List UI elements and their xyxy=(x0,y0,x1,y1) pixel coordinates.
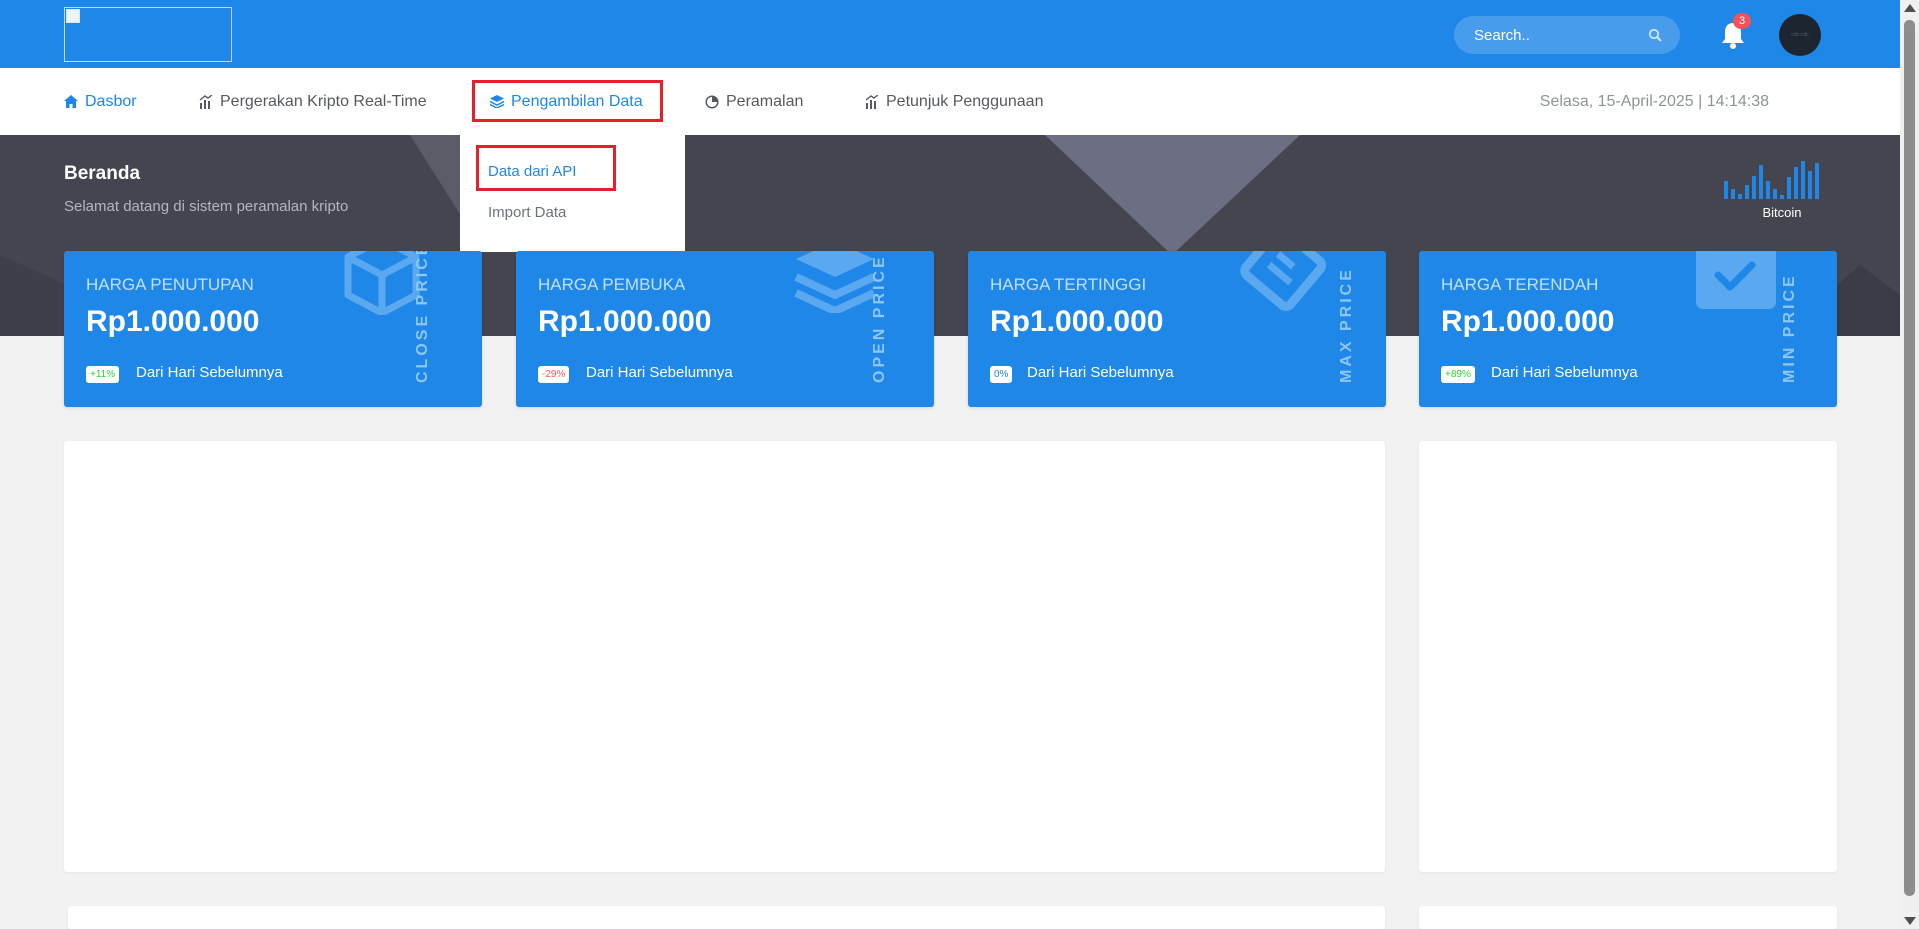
tag-icon xyxy=(1240,251,1326,311)
nav-item-dasbor[interactable]: Dasbor xyxy=(64,68,137,135)
active-menu-item-highlight xyxy=(476,145,616,191)
card-value: Rp1.000.000 xyxy=(86,305,260,338)
search-input[interactable] xyxy=(1474,16,1644,54)
nav-item-petunjuk-penggunaan[interactable]: Petunjuk Penggunaan xyxy=(865,68,1043,135)
cube-icon xyxy=(344,251,420,315)
nav-label: Dasbor xyxy=(85,92,137,110)
scrollbar[interactable] xyxy=(1900,0,1919,929)
menu-item-import-data[interactable]: Import Data xyxy=(488,204,566,221)
stat-card-close: HARGA PENUTUPAN Rp1.000.000 +11% Dari Ha… xyxy=(64,251,482,407)
logo[interactable] xyxy=(64,7,232,62)
nav-label: Petunjuk Penggunaan xyxy=(886,92,1044,110)
card-title: HARGA PEMBUKA xyxy=(538,275,686,294)
change-badge: +89% xyxy=(1441,366,1475,383)
current-datetime: Selasa, 15-April-2025 | 14:14:38 xyxy=(1539,92,1769,110)
avatar[interactable]: cdc-cdc xyxy=(1779,14,1821,56)
chart-icon xyxy=(199,94,213,109)
change-badge: +11% xyxy=(86,366,120,383)
card-vertical-label: CLOSE PRICE xyxy=(414,251,431,383)
change-badge: -29% xyxy=(538,366,570,383)
main-chart-panel xyxy=(64,441,1385,872)
card-footnote: Dari Hari Sebelumnya xyxy=(136,364,283,381)
search-bar xyxy=(1454,16,1680,54)
nav-label: Peramalan xyxy=(726,92,804,110)
chart-icon xyxy=(865,94,879,109)
nav-item-pergerakan-kripto[interactable]: Pergerakan Kripto Real-Time xyxy=(199,68,427,135)
page-title: Beranda xyxy=(64,163,141,184)
change-badge: 0% xyxy=(990,366,1013,383)
page-subtitle: Selamat datang di sistem peramalan kript… xyxy=(64,198,349,215)
stat-card-min: HARGA TERENDAH Rp1.000.000 +89% Dari Har… xyxy=(1419,251,1837,407)
card-vertical-label: MIN PRICE xyxy=(1781,273,1798,383)
stat-card-max: HARGA TERTINGGI Rp1.000.000 0% Dari Hari… xyxy=(968,251,1386,407)
search-icon[interactable] xyxy=(1648,28,1662,42)
notification-badge: 3 xyxy=(1733,13,1751,29)
broken-image-icon xyxy=(66,9,80,23)
scrollbar-thumb[interactable] xyxy=(1904,20,1915,896)
check-square-icon xyxy=(1696,251,1776,309)
bottom-panel-right xyxy=(1419,906,1837,929)
side-panel xyxy=(1419,441,1837,872)
card-title: HARGA PENUTUPAN xyxy=(86,275,254,294)
card-title: HARGA TERTINGGI xyxy=(990,275,1147,294)
card-vertical-label: OPEN PRICE xyxy=(871,254,888,383)
nav-item-peramalan[interactable]: Peramalan xyxy=(705,68,803,135)
scroll-down-arrow-icon[interactable] xyxy=(1904,917,1916,925)
card-value: Rp1.000.000 xyxy=(538,305,712,338)
top-header: 3 cdc-cdc xyxy=(0,0,1900,68)
home-icon xyxy=(64,95,78,108)
layers-icon xyxy=(794,251,876,313)
scroll-up-arrow-icon[interactable] xyxy=(1904,4,1916,12)
card-value: Rp1.000.000 xyxy=(990,305,1164,338)
nav-label: Pergerakan Kripto Real-Time xyxy=(220,92,427,110)
active-nav-highlight xyxy=(472,80,663,122)
card-title: HARGA TERENDAH xyxy=(1441,275,1599,294)
main-navbar: Dasbor Pergerakan Kripto Real-Time Penga… xyxy=(0,68,1900,135)
card-footnote: Dari Hari Sebelumnya xyxy=(586,364,733,381)
card-footnote: Dari Hari Sebelumnya xyxy=(1027,364,1174,381)
pie-chart-icon xyxy=(705,94,719,109)
card-value: Rp1.000.000 xyxy=(1441,305,1615,338)
card-footnote: Dari Hari Sebelumnya xyxy=(1491,364,1638,381)
card-vertical-label: MAX PRICE xyxy=(1338,267,1355,383)
bitcoin-sparkline xyxy=(1724,161,1819,199)
bottom-panel-left xyxy=(68,906,1385,929)
coin-label: Bitcoin xyxy=(1762,205,1802,220)
stat-card-open: HARGA PEMBUKA Rp1.000.000 -29% Dari Hari… xyxy=(516,251,934,407)
